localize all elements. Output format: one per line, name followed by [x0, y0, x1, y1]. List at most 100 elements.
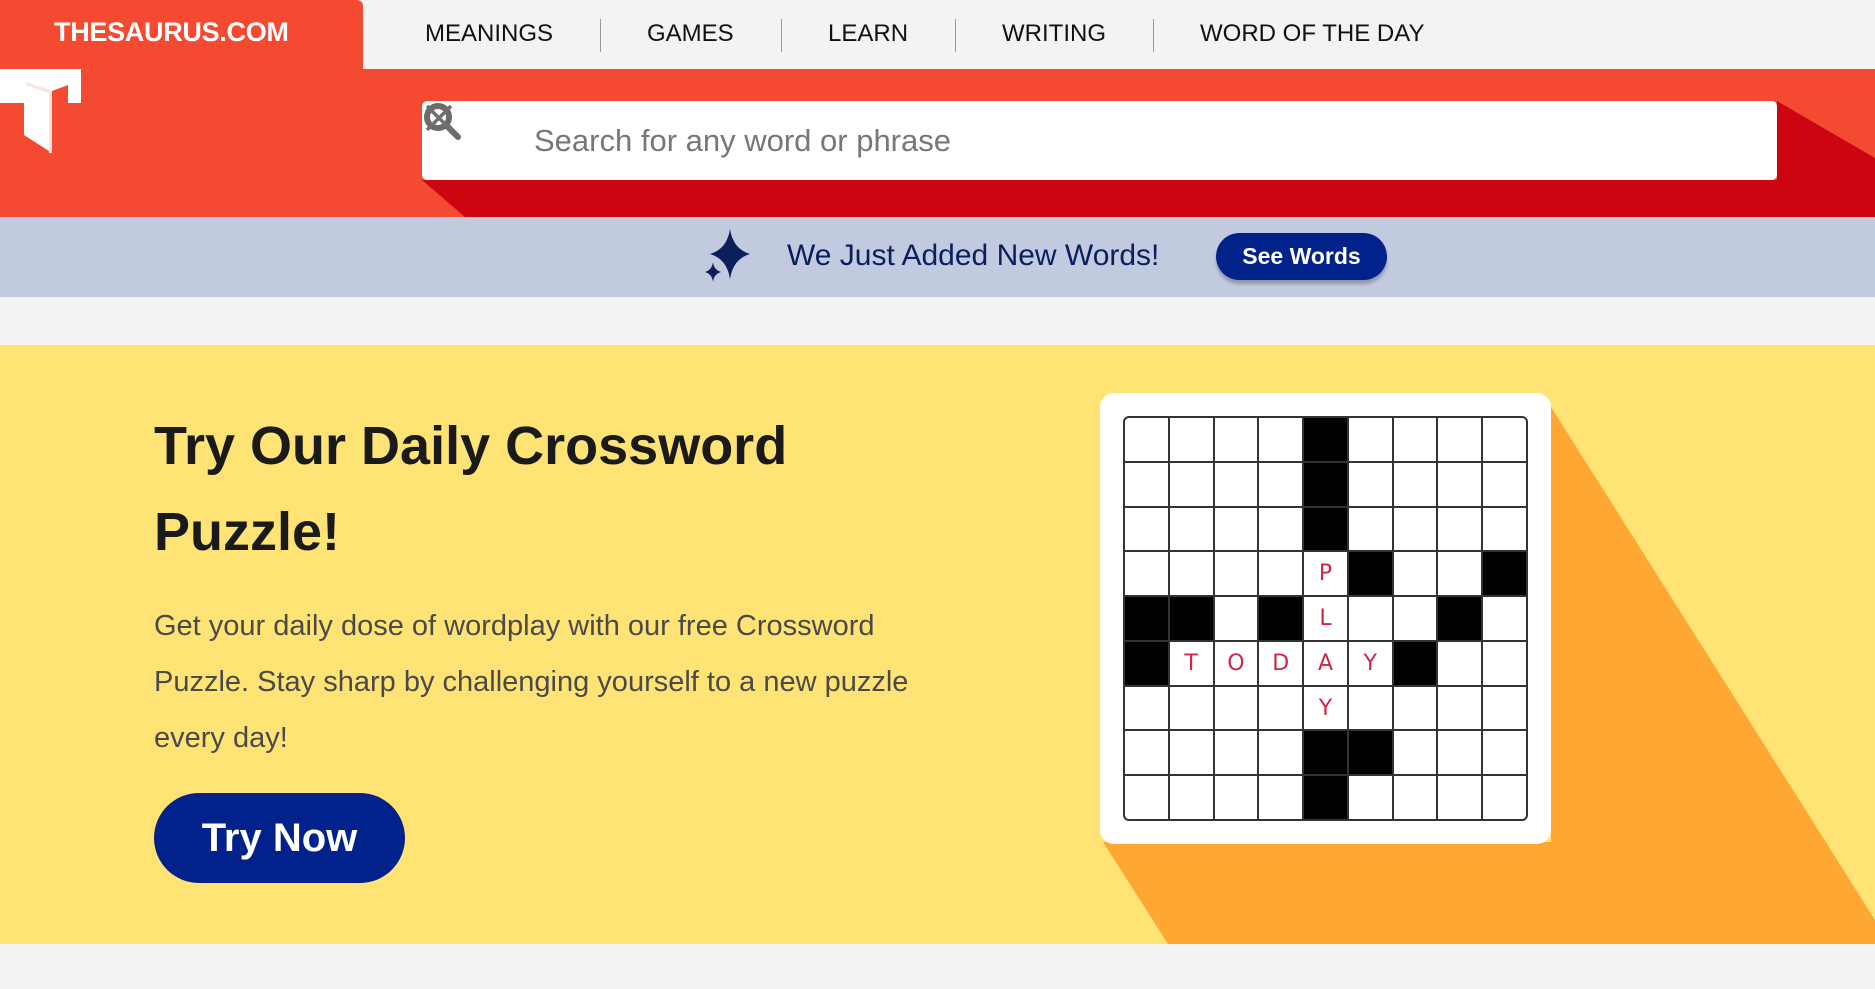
banner-text: We Just Added New Words! — [787, 239, 1160, 272]
crossword-cell — [1125, 731, 1168, 775]
nav-divider — [955, 19, 956, 52]
sparkle-icon — [705, 229, 750, 282]
crossword-cell — [1438, 776, 1482, 819]
crossword-cell — [1438, 507, 1482, 551]
crossword-cell — [1125, 686, 1168, 730]
crossword-black-cell — [1348, 552, 1392, 596]
crossword-cell — [1393, 776, 1437, 819]
nav-divider — [1153, 19, 1154, 52]
crossword-black-cell — [1125, 641, 1168, 685]
crossword-letter-cell: L — [1304, 597, 1347, 640]
crossword-grid[interactable]: PL TODAYY — [1123, 416, 1528, 821]
crossword-letter-cell: O — [1214, 641, 1258, 685]
crossword-black-cell — [1483, 552, 1526, 596]
crossword-black-cell — [1438, 597, 1482, 640]
crossword-cell — [1259, 686, 1303, 730]
nav-item-learn[interactable]: LEARN — [828, 20, 908, 48]
crossword-cell — [1259, 731, 1303, 775]
brand-name[interactable]: THESAURUS.COM — [54, 17, 289, 48]
crossword-black-cell — [1125, 597, 1168, 640]
crossword-cell — [1125, 776, 1168, 819]
brand-tab[interactable]: THESAURUS.COM — [0, 0, 363, 69]
crossword-cell — [1259, 462, 1303, 506]
see-words-button[interactable]: See Words — [1216, 233, 1387, 280]
crossword-cell — [1348, 507, 1392, 551]
crossword-black-cell — [1304, 418, 1347, 461]
crossword-cell — [1214, 418, 1258, 461]
crossword-cell — [1393, 686, 1437, 730]
crossword-letter-cell: D — [1259, 641, 1303, 685]
crossword-cell — [1214, 731, 1258, 775]
nav-divider — [781, 19, 782, 52]
crossword-cell — [1169, 507, 1213, 551]
crossword-cell — [1393, 462, 1437, 506]
crossword-black-cell — [1304, 776, 1347, 819]
crossword-cell — [1393, 552, 1437, 596]
crossword-cell — [1214, 597, 1258, 640]
crossword-cell — [1169, 686, 1213, 730]
crossword-cell — [1393, 597, 1437, 640]
crossword-cell — [1438, 731, 1482, 775]
crossword-black-cell — [1169, 597, 1213, 640]
crossword-cell — [1393, 418, 1437, 461]
crossword-cell — [1259, 552, 1303, 596]
crossword-letter-cell: P — [1304, 552, 1347, 596]
search-input[interactable] — [534, 101, 1684, 180]
crossword-cell — [1169, 418, 1213, 461]
crossword-black-cell — [1393, 641, 1437, 685]
search-box — [422, 101, 1777, 180]
crossword-cell — [1169, 462, 1213, 506]
crossword-cell — [1348, 462, 1392, 506]
promo-title: Try Our Daily Crossword Puzzle! — [154, 416, 788, 562]
crossword-cell — [1483, 686, 1526, 730]
crossword-cell — [1438, 686, 1482, 730]
page: THESAURUS.COM MEANINGS GAMES LEARN WRITI… — [0, 0, 1875, 989]
crossword-cell — [1438, 552, 1482, 596]
crossword-black-cell — [1259, 597, 1303, 640]
thesaurus-logo-icon[interactable] — [0, 69, 81, 153]
crossword-cell — [1259, 776, 1303, 819]
crossword-cell — [1214, 507, 1258, 551]
try-now-button[interactable]: Try Now — [154, 793, 405, 883]
crossword-cell — [1348, 776, 1392, 819]
crossword-letter-cell: Y — [1348, 641, 1392, 685]
crossword-letter-cell: T — [1169, 641, 1213, 685]
crossword-cell — [1214, 462, 1258, 506]
crossword-black-cell — [1304, 507, 1347, 551]
crossword-cell — [1259, 507, 1303, 551]
crossword-cell — [1483, 597, 1526, 640]
crossword-card[interactable]: PL TODAYY — [1100, 393, 1551, 844]
crossword-cell — [1169, 552, 1213, 596]
crossword-cell — [1348, 597, 1392, 640]
crossword-cell — [1483, 462, 1526, 506]
crossword-black-cell — [1348, 731, 1392, 775]
crossword-black-cell — [1304, 731, 1347, 775]
header — [0, 69, 1875, 217]
crossword-cell — [1483, 418, 1526, 461]
nav-item-meanings[interactable]: MEANINGS — [425, 20, 553, 48]
close-icon[interactable] — [422, 101, 456, 135]
new-words-banner: We Just Added New Words! See Words — [0, 217, 1875, 297]
promo-description: Get your daily dose of wordplay with our… — [154, 610, 909, 754]
crossword-cell — [1214, 552, 1258, 596]
crossword-cell — [1348, 418, 1392, 461]
crossword-promo: Try Our Daily Crossword Puzzle! Get your… — [0, 345, 1875, 944]
crossword-cell — [1125, 552, 1168, 596]
crossword-cell — [1438, 462, 1482, 506]
crossword-cell — [1125, 462, 1168, 506]
nav-item-games[interactable]: GAMES — [647, 20, 734, 48]
crossword-cell — [1169, 731, 1213, 775]
crossword-cell — [1125, 507, 1168, 551]
crossword-cell — [1438, 418, 1482, 461]
crossword-black-cell — [1304, 462, 1347, 506]
crossword-cell — [1483, 507, 1526, 551]
crossword-cell — [1483, 776, 1526, 819]
crossword-letter-cell: A — [1304, 641, 1347, 685]
nav-item-word-of-the-day[interactable]: WORD OF THE DAY — [1200, 20, 1424, 48]
nav-item-writing[interactable]: WRITING — [1002, 20, 1106, 48]
crossword-cell — [1483, 731, 1526, 775]
crossword-letter-cell: Y — [1304, 686, 1347, 730]
top-nav: THESAURUS.COM MEANINGS GAMES LEARN WRITI… — [0, 0, 1875, 69]
crossword-cell — [1393, 507, 1437, 551]
crossword-cell — [1348, 686, 1392, 730]
